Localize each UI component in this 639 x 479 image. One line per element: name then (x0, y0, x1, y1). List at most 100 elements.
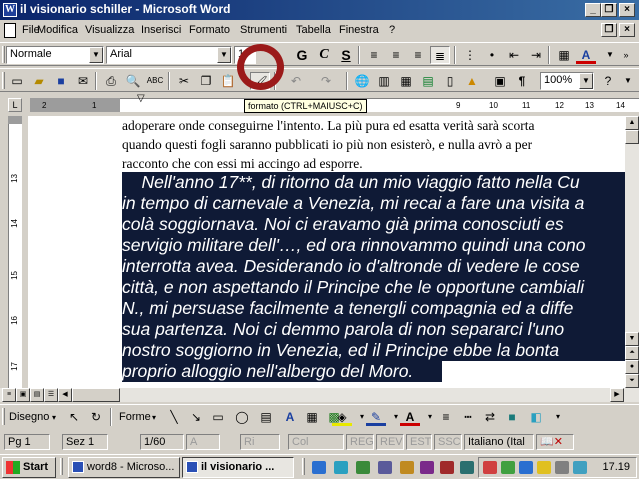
italic-button[interactable]: C (314, 46, 334, 64)
font-select[interactable]: Arial ▼ (106, 46, 232, 64)
insert-excel-icon[interactable]: ▤ (418, 72, 438, 90)
minimize-button[interactable]: _ (585, 3, 601, 17)
copy-icon[interactable]: ❐ (196, 72, 216, 90)
menu-finestra[interactable]: Finestra (339, 24, 379, 36)
underline-button[interactable]: S (336, 46, 356, 64)
status-ext[interactable]: EST (406, 434, 432, 450)
status-language[interactable]: Italiano (Ital (464, 434, 534, 450)
style-select[interactable]: Normale ▼ (6, 46, 104, 64)
menu-inserisci[interactable]: Inserisci (141, 24, 181, 36)
chevron-down-icon[interactable]: ▼ (89, 47, 103, 63)
increase-indent-icon[interactable]: ⇥ (526, 46, 546, 64)
print-view-button[interactable]: ▤ (30, 388, 44, 402)
taskbar-button-visionario[interactable]: il visionario ... (182, 457, 294, 478)
status-ovr[interactable]: SSC (434, 434, 462, 450)
first-line-indent-marker[interactable]: ▽ (137, 93, 145, 104)
media-icon[interactable] (378, 461, 392, 474)
decrease-indent-icon[interactable]: ⇤ (504, 46, 524, 64)
paste-icon[interactable]: 📋 (218, 72, 238, 90)
text-box-icon[interactable]: ▤ (256, 408, 276, 426)
chevron-down-icon[interactable]: ▾ (548, 408, 568, 426)
scroll-down-button[interactable]: ▼ (625, 332, 639, 346)
bullets-icon[interactable]: • (482, 46, 502, 64)
close-button[interactable]: × (619, 3, 635, 17)
desktop-icon[interactable] (356, 461, 370, 474)
tables-borders-icon[interactable]: ▥ (374, 72, 394, 90)
rectangle-icon[interactable]: ▭ (208, 408, 228, 426)
clipart-icon[interactable]: ▦ (302, 408, 322, 426)
scroll-thumb[interactable] (625, 130, 639, 144)
doc-restore-button[interactable]: ❐ (601, 23, 617, 37)
scroll-left-button[interactable]: ◀ (58, 388, 72, 402)
insert-table-icon[interactable]: ▦ (396, 72, 416, 90)
show-hide-icon[interactable]: ¶ (512, 72, 532, 90)
outlook-icon[interactable] (334, 461, 348, 474)
font-color-icon[interactable]: A (400, 408, 420, 426)
numbering-icon[interactable]: ⋮ (460, 46, 480, 64)
toolbar-grip[interactable] (2, 72, 5, 89)
clock[interactable]: 17.19 (602, 461, 630, 473)
menu-formato[interactable]: Formato (189, 24, 230, 36)
zoom-select[interactable]: 100% ▼ (540, 72, 594, 90)
tray-icon[interactable] (483, 461, 497, 474)
font-color-icon[interactable]: A (576, 46, 596, 64)
tab-selector[interactable]: L (8, 98, 22, 112)
align-center-icon[interactable]: ≡ (386, 46, 406, 64)
borders-icon[interactable]: ▦ (554, 46, 574, 64)
oval-icon[interactable]: ◯ (232, 408, 252, 426)
ie-icon[interactable] (312, 461, 326, 474)
scroll-right-button[interactable]: ▶ (610, 388, 624, 402)
menu-help[interactable]: ? (389, 24, 395, 36)
menu-strumenti[interactable]: Strumenti (240, 24, 287, 36)
status-rec[interactable]: REG (346, 434, 374, 450)
arrow-style-icon[interactable]: ⇄ (480, 408, 500, 426)
next-page-button[interactable]: ⏷ (625, 374, 639, 388)
bold-button[interactable]: G (292, 46, 312, 64)
tray-icon[interactable] (573, 461, 587, 474)
browse-object-button[interactable]: ● (625, 360, 639, 374)
word-app-icon[interactable]: W (3, 3, 17, 17)
spelling-icon[interactable]: ABC (145, 72, 165, 90)
print-preview-icon[interactable]: 🔍 (123, 72, 143, 90)
hyperlink-icon[interactable]: 🌐 (352, 72, 372, 90)
3d-icon[interactable]: ◧ (526, 408, 546, 426)
select-objects-icon[interactable]: ↖ (64, 408, 84, 426)
web-view-button[interactable]: ▣ (16, 388, 30, 402)
line-style-icon[interactable]: ≡ (436, 408, 456, 426)
help-icon[interactable]: ? (598, 72, 618, 90)
free-rotate-icon[interactable]: ↻ (86, 408, 106, 426)
dash-style-icon[interactable]: ┅ (458, 408, 478, 426)
tray-icon[interactable] (519, 461, 533, 474)
align-left-icon[interactable]: ≡ (364, 46, 384, 64)
draw-menu[interactable]: Disegno (9, 411, 49, 423)
save-icon[interactable]: ■ (51, 72, 71, 90)
drawing-icon[interactable]: ▲ (462, 72, 482, 90)
menu-modifica[interactable]: Modifica (37, 24, 78, 36)
autoshapes-menu[interactable]: Forme (119, 411, 151, 423)
scroll-up-button[interactable]: ▲ (625, 116, 639, 130)
chevron-down-icon[interactable]: ▼ (618, 72, 638, 90)
toolbar-grip[interactable] (2, 408, 5, 425)
chevron-down-icon[interactable]: ▾ (52, 413, 56, 422)
fill-color-icon[interactable]: ◈ (332, 408, 352, 426)
chevron-down-icon[interactable]: ▼ (217, 47, 231, 63)
document-page[interactable]: adoperare onde conseguirne l'intento. La… (28, 116, 625, 388)
volume-icon[interactable] (555, 461, 569, 474)
shadow-icon[interactable]: ■ (502, 408, 522, 426)
menu-visualizza[interactable]: Visualizza (85, 24, 134, 36)
previous-page-button[interactable]: ⏶ (625, 346, 639, 360)
maximize-button[interactable]: ❐ (601, 3, 617, 17)
menu-tabella[interactable]: Tabella (296, 24, 331, 36)
doc-close-button[interactable]: × (619, 23, 635, 37)
line-color-icon[interactable]: ✎ (366, 408, 386, 426)
email-icon[interactable]: ✉ (73, 72, 93, 90)
more-buttons-icon[interactable]: » (616, 46, 636, 64)
status-rev[interactable]: REV (376, 434, 404, 450)
arrow-icon[interactable]: ↘ (186, 408, 206, 426)
app-icon[interactable] (420, 461, 434, 474)
columns-icon[interactable]: ▯ (440, 72, 460, 90)
normal-view-button[interactable]: ≡ (2, 388, 16, 402)
app-icon[interactable] (460, 461, 474, 474)
open-folder-icon[interactable]: ▰ (29, 72, 49, 90)
document-map-icon[interactable]: ▣ (490, 72, 510, 90)
